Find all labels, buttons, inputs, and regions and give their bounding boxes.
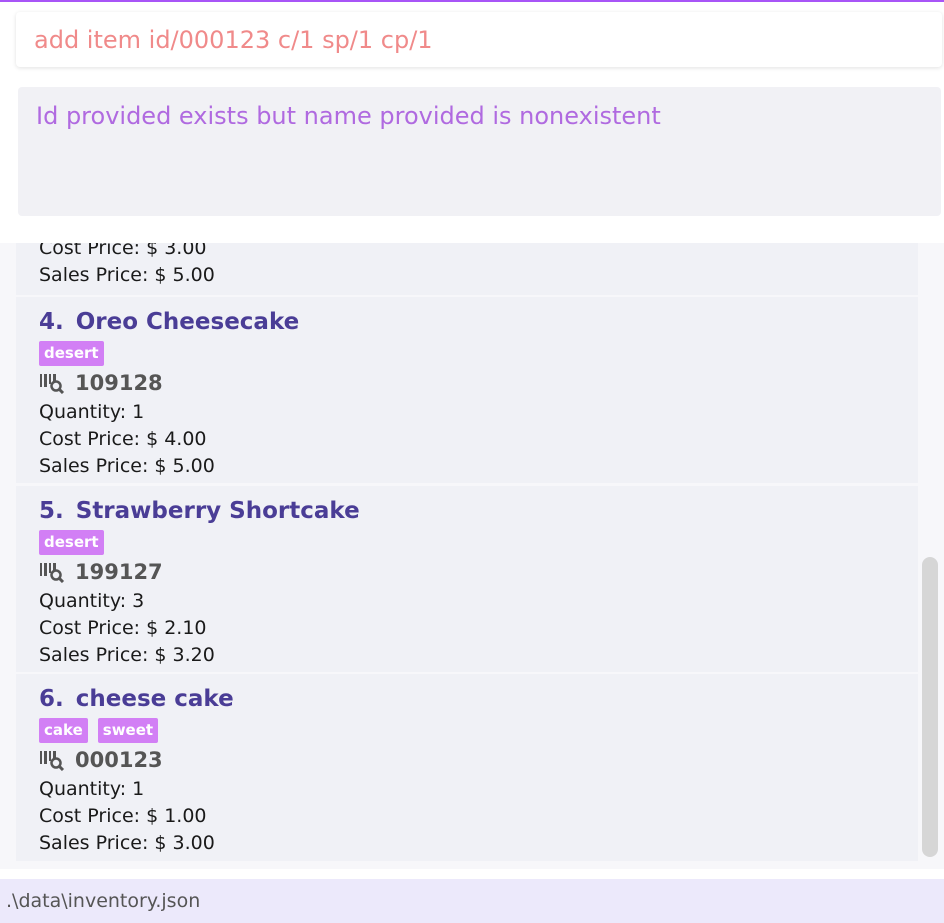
scrollbar-thumb[interactable] [922, 557, 938, 857]
cost-price: Cost Price: $ 2.10 [39, 617, 207, 639]
status-bar: .\data\inventory.json [0, 879, 944, 923]
command-input[interactable] [34, 25, 942, 54]
list-item[interactable]: 6. cheese cake cake sweet 000123 Quantity… [16, 674, 918, 861]
sales-price: Sales Price: $ 5.00 [39, 264, 215, 286]
sales-price: Sales Price: $ 3.00 [39, 832, 215, 854]
barcode-row: 000123 [39, 744, 918, 776]
tag: desert [39, 529, 104, 555]
data-file-path: .\data\inventory.json [6, 890, 201, 912]
item-title: 4. Oreo Cheesecake [39, 305, 918, 339]
sales-price: Sales Price: $ 3.20 [39, 644, 215, 666]
quantity: Quantity: 3 [39, 590, 145, 612]
tag: desert [39, 340, 104, 366]
list-item[interactable]: 4. Oreo Cheesecake desert 109128 Quantity… [16, 297, 918, 483]
result-display: Id provided exists but name provided is … [18, 87, 941, 216]
barcode-number: 199127 [75, 560, 163, 584]
item-name: cheese cake [75, 686, 234, 712]
barcode-search-icon [40, 374, 65, 394]
sales-price: Sales Price: $ 5.00 [39, 455, 215, 477]
barcode-search-icon [40, 563, 65, 583]
command-box[interactable] [16, 12, 942, 67]
tag: cake [39, 717, 88, 743]
list-item[interactable]: 5. Strawberry Shortcake desert 199127 Qua… [16, 486, 918, 672]
cost-price: Cost Price: $ 4.00 [39, 428, 207, 450]
item-name: Oreo Cheesecake [75, 309, 300, 335]
tag-list: desert [39, 528, 918, 556]
tag: sweet [97, 717, 159, 743]
item-list-panel[interactable]: Cost Price: $ 3.00 Sales Price: $ 5.00 4… [0, 243, 944, 869]
barcode-number: 000123 [75, 748, 163, 772]
barcode-row: 109128 [39, 367, 918, 399]
result-message: Id provided exists but name provided is … [36, 102, 661, 130]
item-name: Strawberry Shortcake [75, 498, 360, 524]
item-title: 5. Strawberry Shortcake [39, 494, 918, 528]
tag-list: desert [39, 339, 918, 367]
barcode-number: 109128 [75, 371, 163, 395]
quantity: Quantity: 1 [39, 778, 145, 800]
barcode-search-icon [40, 751, 65, 771]
item-title: 6. cheese cake [39, 682, 918, 716]
list-item[interactable]: Cost Price: $ 3.00 Sales Price: $ 5.00 [16, 243, 918, 295]
tag-list: cake sweet [39, 716, 918, 744]
item-index: 5. [39, 498, 64, 524]
quantity: Quantity: 1 [39, 401, 145, 423]
cost-price: Cost Price: $ 1.00 [39, 805, 207, 827]
item-index: 6. [39, 686, 64, 712]
top-accent-bar [0, 0, 944, 2]
cost-price: Cost Price: $ 3.00 [39, 243, 207, 259]
item-index: 4. [39, 309, 64, 335]
barcode-row: 199127 [39, 556, 918, 588]
